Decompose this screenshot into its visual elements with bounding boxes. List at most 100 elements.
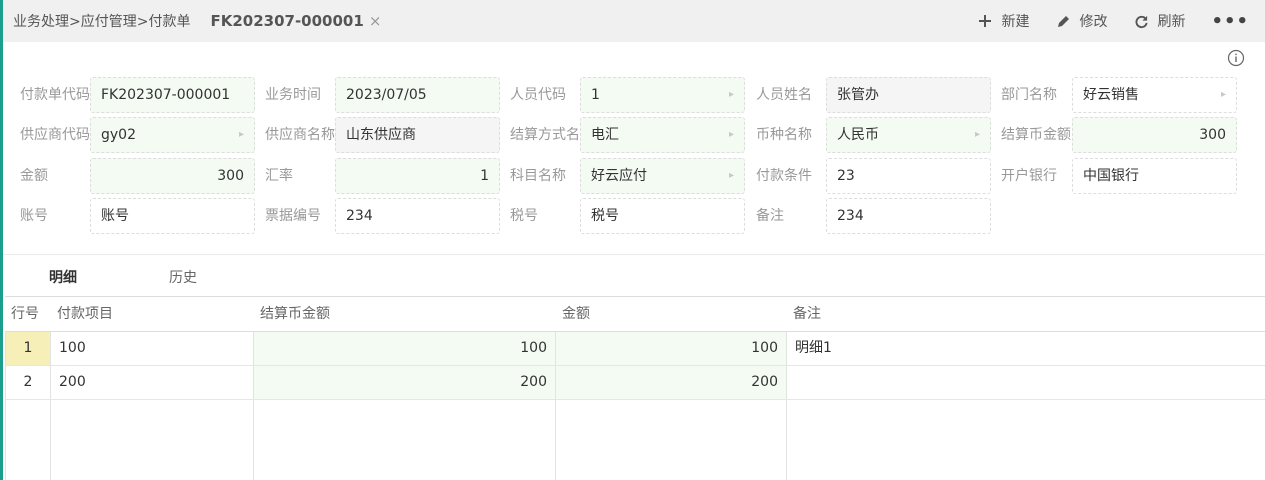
remark-label: 备注: [756, 208, 784, 224]
payment-terms-value: 23: [837, 168, 855, 184]
supplier-name-label: 供应商名称: [265, 127, 335, 143]
supplier-code-field[interactable]: gy02 ▸: [90, 117, 255, 153]
table-row[interactable]: 1 100 100 100 明细1: [5, 332, 1265, 366]
settlement-method-field[interactable]: 电汇 ▸: [580, 117, 745, 153]
bill-no-value: 234: [346, 208, 373, 224]
payment-terms-label: 付款条件: [756, 168, 812, 184]
account-field[interactable]: 账号: [90, 198, 255, 234]
settlement-amount-field[interactable]: 300: [1072, 117, 1237, 153]
staff-code-field[interactable]: 1 ▸: [580, 77, 745, 113]
remark-field[interactable]: 234: [826, 198, 991, 234]
table-row[interactable]: 2 200 200 200: [5, 366, 1265, 400]
tax-no-field[interactable]: 税号: [580, 198, 745, 234]
column-header-payment-item[interactable]: 付款项目: [51, 297, 113, 331]
toolbar-actions: 新建 修改 刷新 •••: [977, 0, 1265, 42]
settlement-amount-value: 300: [1199, 127, 1226, 143]
more-icon[interactable]: •••: [1211, 11, 1249, 32]
section-divider: [3, 254, 1265, 255]
supplier-name-field: 山东供应商: [335, 117, 500, 153]
refresh-icon: [1133, 13, 1149, 29]
tab-history[interactable]: 历史: [169, 267, 197, 287]
staff-code-label: 人员代码: [510, 87, 566, 103]
settlement-amount-cell[interactable]: 100: [254, 332, 555, 365]
settlement-amount-label: 结算币金额: [1001, 127, 1071, 143]
column-header-remark[interactable]: 备注: [787, 297, 821, 331]
top-bar: 业务处理>应付管理>付款单 FK202307-000001 × 新建 修改 刷新…: [3, 0, 1265, 42]
chevron-right-icon: ▸: [238, 129, 244, 140]
payment-code-field[interactable]: FK202307-000001: [90, 77, 255, 113]
detail-grid: 行号 付款项目 结算币金额 金额 备注 1 100 100 100 明细1 2 …: [5, 296, 1265, 480]
chevron-right-icon: ▸: [728, 89, 734, 100]
account-label: 账号: [20, 208, 48, 224]
bill-no-label: 票据编号: [265, 208, 321, 224]
tab-details[interactable]: 明细: [49, 267, 77, 287]
account-value: 账号: [101, 208, 129, 224]
remark-value: 234: [837, 208, 864, 224]
payment-item-cell[interactable]: 100: [51, 332, 253, 365]
grid-header: 行号 付款项目 结算币金额 金额 备注: [5, 297, 1265, 332]
payment-code-label: 付款单代码: [20, 87, 90, 103]
staff-name-label: 人员姓名: [756, 87, 812, 103]
detail-tabs: 明细 历史: [3, 257, 1265, 295]
staff-name-field: 张管办: [826, 77, 991, 113]
breadcrumb[interactable]: 业务处理>应付管理>付款单: [13, 11, 190, 31]
exchange-rate-label: 汇率: [265, 168, 293, 184]
bank-field[interactable]: 中国银行: [1072, 158, 1237, 194]
settlement-amount-cell[interactable]: 200: [254, 366, 555, 399]
supplier-code-value: gy02: [101, 127, 136, 143]
staff-name-value: 张管办: [837, 87, 879, 103]
settlement-method-value: 电汇: [591, 127, 619, 143]
column-header-row-no[interactable]: 行号: [5, 297, 39, 331]
pencil-icon: [1055, 13, 1071, 29]
currency-field[interactable]: 人民币 ▸: [826, 117, 991, 153]
document-tab[interactable]: FK202307-000001: [210, 12, 363, 30]
chevron-right-icon: ▸: [1220, 89, 1226, 100]
payment-terms-field[interactable]: 23: [826, 158, 991, 194]
amount-cell[interactable]: 200: [556, 366, 786, 399]
chevron-right-icon: ▸: [728, 170, 734, 181]
row-number-cell[interactable]: 1: [6, 332, 50, 365]
business-time-label: 业务时间: [265, 87, 321, 103]
new-button[interactable]: 新建: [977, 11, 1029, 31]
currency-label: 币种名称: [756, 127, 812, 143]
subject-value: 好云应付: [591, 168, 647, 184]
subject-label: 科目名称: [510, 168, 566, 184]
settlement-method-label: 结算方式名: [510, 127, 580, 143]
department-field[interactable]: 好云销售 ▸: [1072, 77, 1237, 113]
amount-label: 金额: [20, 168, 48, 184]
column-header-settlement-amount[interactable]: 结算币金额: [254, 297, 330, 331]
edit-button[interactable]: 修改: [1055, 11, 1107, 31]
chevron-right-icon: ▸: [728, 129, 734, 140]
exchange-rate-value: 1: [480, 168, 489, 184]
row-number-cell[interactable]: 2: [6, 366, 50, 399]
close-tab-icon[interactable]: ×: [369, 12, 382, 30]
column-header-amount[interactable]: 金额: [556, 297, 590, 331]
subject-field[interactable]: 好云应付 ▸: [580, 158, 745, 194]
info-icon[interactable]: [1227, 49, 1245, 67]
remark-cell[interactable]: [787, 366, 1265, 399]
bill-no-field[interactable]: 234: [335, 198, 500, 234]
business-time-field[interactable]: 2023/07/05: [335, 77, 500, 113]
remark-cell[interactable]: 明细1: [787, 332, 1265, 365]
currency-value: 人民币: [837, 127, 879, 143]
supplier-code-label: 供应商代码: [20, 127, 90, 143]
left-accent-bar: [0, 0, 3, 480]
bank-value: 中国银行: [1083, 168, 1139, 184]
plus-icon: [977, 13, 993, 29]
amount-value: 300: [217, 168, 244, 184]
department-label: 部门名称: [1001, 87, 1057, 103]
payment-item-cell[interactable]: 200: [51, 366, 253, 399]
exchange-rate-field[interactable]: 1: [335, 158, 500, 194]
business-time-value: 2023/07/05: [346, 87, 427, 103]
edit-button-label: 修改: [1079, 14, 1108, 30]
amount-field[interactable]: 300: [90, 158, 255, 194]
chevron-right-icon: ▸: [974, 129, 980, 140]
staff-code-value: 1: [591, 87, 600, 103]
tax-no-value: 税号: [591, 208, 619, 224]
supplier-name-value: 山东供应商: [346, 127, 416, 143]
amount-cell[interactable]: 100: [556, 332, 786, 365]
payment-code-value: FK202307-000001: [101, 87, 231, 103]
refresh-button[interactable]: 刷新: [1133, 11, 1185, 31]
bank-label: 开户银行: [1001, 168, 1057, 184]
refresh-button-label: 刷新: [1157, 14, 1186, 30]
